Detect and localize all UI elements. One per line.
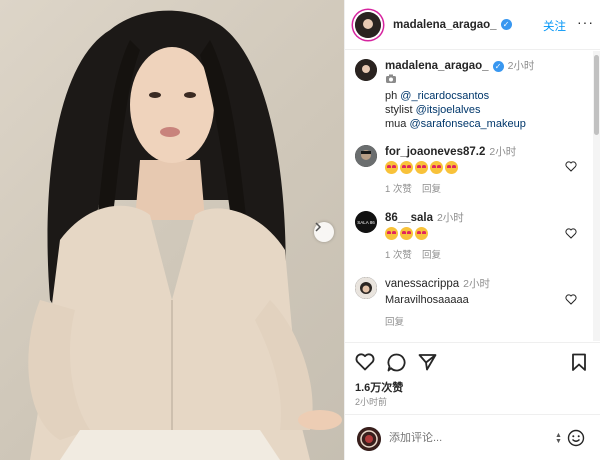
comment-time: 2小时 <box>436 212 464 224</box>
input-stepper-icon[interactable]: ▲ ▼ <box>555 432 562 445</box>
action-icons <box>355 353 591 373</box>
heart-eyes-emoji-icon <box>400 227 413 240</box>
comments-list[interactable]: madalena_aragao_ ✓ 2小时 ph @_ricardocsantos… <box>345 51 595 341</box>
commenter-avatar[interactable]: SALA 86 <box>355 211 377 233</box>
author-username[interactable]: madalena_aragao_ <box>393 19 497 31</box>
author-avatar[interactable] <box>355 11 381 38</box>
comment-like-heart-icon[interactable] <box>565 161 577 172</box>
comment-like-heart-icon[interactable] <box>565 228 577 239</box>
reply-button[interactable]: 回复 <box>422 250 441 261</box>
reply-button[interactable]: 回复 <box>385 317 404 328</box>
add-comment-bar: ▲▼ <box>345 414 600 460</box>
credit-prefix: ph <box>385 90 401 102</box>
scrollbar-thumb[interactable] <box>594 55 599 135</box>
heart-eyes-emoji-icon <box>385 161 398 174</box>
comment-icon[interactable] <box>387 353 406 372</box>
heart-eyes-emoji-icon <box>415 161 428 174</box>
follow-button[interactable]: 关注 <box>543 18 566 34</box>
comment-like-count[interactable]: 1 次赞 <box>385 184 412 195</box>
comments-scrollbar[interactable] <box>593 51 600 341</box>
share-icon[interactable] <box>418 353 437 371</box>
like-count[interactable]: 1.6万次赞 <box>355 379 403 395</box>
commenter-avatar[interactable] <box>355 277 377 299</box>
comment-like-count[interactable]: 1 次赞 <box>385 250 412 261</box>
bookmark-icon[interactable] <box>571 353 587 372</box>
comment-emojis <box>385 161 516 174</box>
verified-icon: ✓ <box>492 60 504 72</box>
verified-icon: ✓ <box>500 19 512 31</box>
heart-eyes-emoji-icon <box>415 227 428 240</box>
emoji-icon[interactable] <box>567 429 585 447</box>
comment-text: Maravilhosaaaaa <box>385 294 469 306</box>
credit-line-photographer: ph @_ricardocsantos <box>385 89 534 103</box>
heart-eyes-emoji-icon <box>400 161 413 174</box>
caption-time: 2小时 <box>507 60 535 72</box>
portrait-illustration <box>28 10 342 460</box>
mention-link[interactable]: @_ricardocsantos <box>400 90 489 102</box>
caption-username[interactable]: madalena_aragao_ <box>385 60 489 72</box>
comment-item: vanessacrippa 2小时 Maravilhosaaaaa 回复 <box>355 277 490 328</box>
commenter-username[interactable]: 86__sala <box>385 212 433 224</box>
post-timestamp[interactable]: 2小时前 <box>355 395 387 408</box>
credit-prefix: mua <box>385 118 410 130</box>
caption: madalena_aragao_ ✓ 2小时 ph @_ricardocsantos… <box>355 59 534 131</box>
post-photo[interactable] <box>0 0 344 460</box>
commenter-avatar[interactable] <box>355 145 377 167</box>
heart-icon[interactable] <box>355 353 375 371</box>
next-arrow-icon[interactable] <box>314 222 334 242</box>
author-name-group: madalena_aragao_ ✓ <box>393 19 512 31</box>
post-header: madalena_aragao_ ✓ 关注 ··· <box>345 0 600 50</box>
credit-line-stylist: stylist @itsjoelalves <box>385 103 534 117</box>
reply-button[interactable]: 回复 <box>422 184 441 195</box>
commenter-username[interactable]: for_joaoneves87.2 <box>385 146 485 158</box>
mention-link[interactable]: @itsjoelalves <box>416 104 481 116</box>
caption-header: madalena_aragao_ ✓ 2小时 <box>385 59 534 73</box>
action-bar: 1.6万次赞 2小时前 <box>345 342 600 407</box>
credit-prefix: stylist <box>385 104 416 116</box>
comment-item: SALA 86 86__sala 2小时 1 次赞 回复 <box>355 211 464 261</box>
more-options-icon[interactable]: ··· <box>577 14 594 30</box>
instagram-post-modal: madalena_aragao_ ✓ 关注 ··· madalena_aragao… <box>0 0 600 460</box>
commenter-username[interactable]: vanessacrippa <box>385 278 459 290</box>
comment-time: 2小时 <box>489 146 517 158</box>
heart-eyes-emoji-icon <box>385 227 398 240</box>
caption-avatar[interactable] <box>355 59 377 81</box>
post-sidebar: madalena_aragao_ ✓ 关注 ··· madalena_aragao… <box>344 0 600 460</box>
comment-item: for_joaoneves87.2 2小时 1 次赞 回复 <box>355 145 516 195</box>
avatar-logo-text: SALA 86 <box>357 220 375 225</box>
comment-input[interactable] <box>389 432 539 444</box>
comment-time: 2小时 <box>463 278 490 290</box>
comment-like-heart-icon[interactable] <box>565 294 577 305</box>
viewer-avatar <box>357 427 381 451</box>
heart-eyes-emoji-icon <box>445 161 458 174</box>
heart-eyes-emoji-icon <box>430 161 443 174</box>
comment-emojis <box>385 227 464 240</box>
camera-sticker-icon <box>385 73 534 89</box>
mention-link[interactable]: @sarafonseca_makeup <box>409 118 525 130</box>
credit-line-makeup: mua @sarafonseca_makeup <box>385 117 534 131</box>
